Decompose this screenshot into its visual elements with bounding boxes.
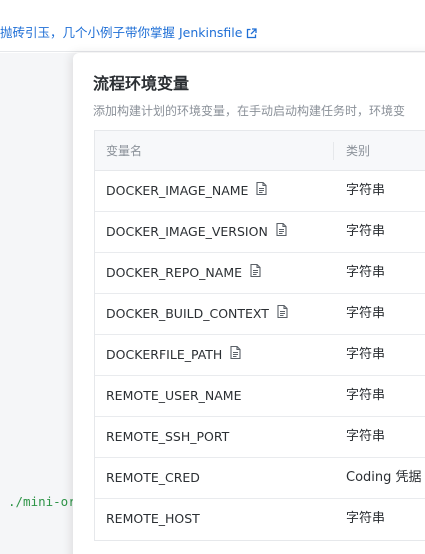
- variable-name-cell: DOCKER_REPO_NAME: [106, 253, 261, 293]
- variable-name-cell: REMOTE_USER_NAME: [106, 376, 242, 416]
- variable-type: 字符串: [346, 265, 386, 280]
- jenkinsfile-guide-link-text: 抛砖引玉，几个小例子带你掌握 Jenkinsfile: [0, 25, 243, 40]
- table-row[interactable]: DOCKER_BUILD_CONTEXT 字符串: [95, 294, 425, 335]
- jenkinsfile-guide-link[interactable]: 抛砖引玉，几个小例子带你掌握 Jenkinsfile: [0, 22, 258, 42]
- table-row[interactable]: REMOTE_USER_NAME 字符串: [95, 376, 425, 417]
- column-header-type: 类别: [346, 144, 371, 158]
- column-divider: [333, 142, 334, 160]
- external-link-icon: [246, 27, 258, 42]
- variable-type: 字符串: [346, 224, 386, 239]
- table-header: 变量名 类别: [95, 131, 425, 171]
- variable-name-cell: REMOTE_HOST: [106, 499, 200, 539]
- env-variables-table: 变量名 类别 DOCKER_IMAGE_NAME 字符串 DOCKER_IMAGE_…: [94, 130, 425, 541]
- code-snippet: ./mini-or: [8, 494, 76, 509]
- table-row[interactable]: DOCKER_IMAGE_NAME 字符串: [95, 171, 425, 212]
- table-body: DOCKER_IMAGE_NAME 字符串 DOCKER_IMAGE_VERSION…: [95, 171, 425, 540]
- variable-name-cell: REMOTE_CRED: [106, 458, 200, 498]
- document-icon[interactable]: [256, 171, 268, 211]
- variable-type: 字符串: [346, 347, 386, 362]
- variable-type: 字符串: [346, 306, 386, 321]
- table-row[interactable]: REMOTE_CRED Coding 凭据: [95, 458, 425, 499]
- document-icon[interactable]: [277, 294, 288, 334]
- env-variables-panel: 流程环境变量 添加构建计划的环境变量，在手动启动构建任务时，环境变 变量名 类别…: [73, 53, 425, 554]
- variable-type: 字符串: [346, 183, 386, 198]
- top-bar: 抛砖引玉，几个小例子带你掌握 Jenkinsfile: [0, 0, 425, 52]
- table-row[interactable]: DOCKER_REPO_NAME 字符串: [95, 253, 425, 294]
- variable-type: 字符串: [346, 511, 386, 526]
- variable-name-cell: REMOTE_SSH_PORT: [106, 417, 229, 457]
- document-icon[interactable]: [230, 335, 241, 375]
- panel-description: 添加构建计划的环境变量，在手动启动构建任务时，环境变: [93, 104, 406, 118]
- variable-name-cell: DOCKERFILE_PATH: [106, 335, 241, 375]
- variable-name: DOCKER_BUILD_CONTEXT: [106, 306, 269, 321]
- variable-name: REMOTE_CRED: [106, 470, 200, 485]
- table-row[interactable]: REMOTE_HOST 字符串: [95, 499, 425, 540]
- document-icon[interactable]: [250, 253, 261, 293]
- table-row[interactable]: DOCKER_IMAGE_VERSION 字符串: [95, 212, 425, 253]
- variable-name: DOCKER_IMAGE_NAME: [106, 183, 249, 198]
- panel-title: 流程环境变量: [93, 74, 190, 93]
- document-icon[interactable]: [276, 212, 287, 252]
- variable-name: DOCKER_REPO_NAME: [106, 265, 243, 280]
- variable-name-cell: DOCKER_IMAGE_VERSION: [106, 212, 287, 252]
- variable-name: DOCKERFILE_PATH: [106, 347, 223, 362]
- variable-name: DOCKER_IMAGE_VERSION: [106, 224, 268, 239]
- variable-name: REMOTE_SSH_PORT: [106, 429, 230, 444]
- column-header-name: 变量名: [106, 144, 143, 158]
- table-row[interactable]: DOCKERFILE_PATH 字符串: [95, 335, 425, 376]
- variable-name: REMOTE_USER_NAME: [106, 388, 242, 403]
- variable-type: Coding 凭据: [346, 470, 422, 485]
- variable-name-cell: DOCKER_BUILD_CONTEXT: [106, 294, 288, 334]
- variable-name: REMOTE_HOST: [106, 511, 200, 526]
- variable-name-cell: DOCKER_IMAGE_NAME: [106, 171, 268, 211]
- variable-type: 字符串: [346, 388, 386, 403]
- variable-type: 字符串: [346, 429, 386, 444]
- table-row[interactable]: REMOTE_SSH_PORT 字符串: [95, 417, 425, 458]
